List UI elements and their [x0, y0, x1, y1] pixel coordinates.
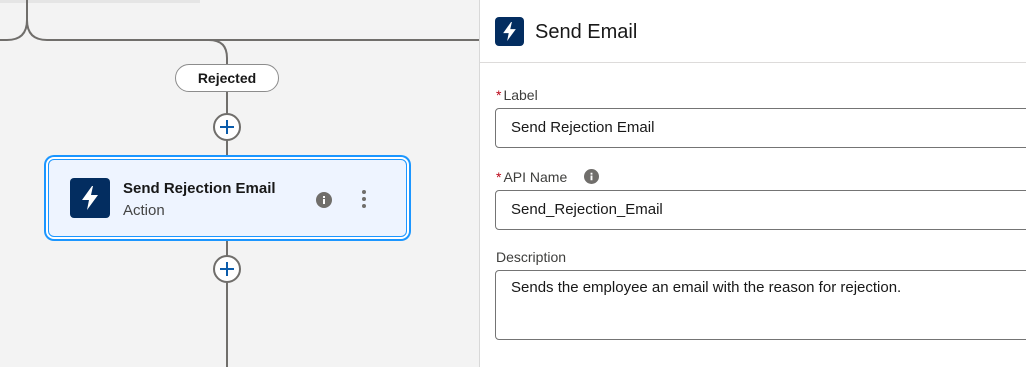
- api-name-field-label: * API Name: [496, 169, 568, 185]
- flow-canvas[interactable]: Rejected Send Rejection Email Action: [0, 0, 479, 367]
- info-icon[interactable]: [584, 169, 599, 184]
- lightning-bolt-icon: [495, 17, 524, 46]
- required-marker: *: [496, 169, 502, 185]
- api-name-input[interactable]: Send_Rejection_Email: [495, 190, 1026, 230]
- more-options-icon[interactable]: [355, 188, 373, 210]
- add-element-button-bottom[interactable]: [213, 255, 241, 283]
- action-node-send-rejection-email[interactable]: Send Rejection Email Action: [48, 159, 407, 237]
- lightning-bolt-icon: [70, 178, 110, 218]
- description-textarea[interactable]: Sends the employee an email with the rea…: [495, 270, 1026, 340]
- branch-label-rejected[interactable]: Rejected: [175, 64, 279, 92]
- required-marker: *: [496, 87, 502, 103]
- label-input[interactable]: Send Rejection Email: [495, 108, 1026, 148]
- add-element-button-top[interactable]: [213, 113, 241, 141]
- node-title: Send Rejection Email: [123, 180, 276, 197]
- description-text: Sends the employee an email with the rea…: [511, 279, 902, 296]
- panel-title: Send Email: [535, 21, 638, 43]
- properties-panel: Send Email * Label Send Rejection Email *…: [479, 0, 1026, 367]
- info-icon[interactable]: [316, 192, 332, 208]
- panel-header: Send Email: [480, 0, 1026, 63]
- description-field-label: Description: [496, 249, 567, 265]
- label-field-label: * Label: [496, 87, 538, 103]
- node-type-label: Action: [123, 202, 165, 219]
